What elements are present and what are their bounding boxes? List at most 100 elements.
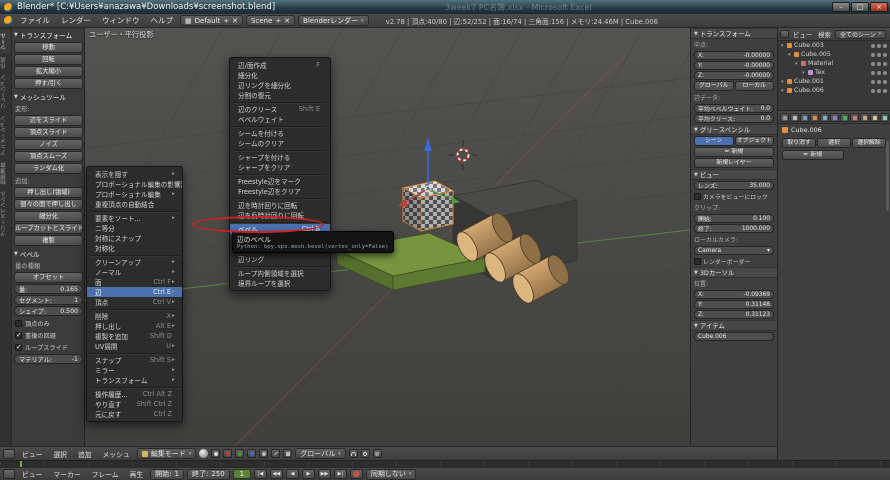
- item-name-field[interactable]: Cube.006: [694, 332, 774, 341]
- gp-action-button[interactable]: 取り消す: [782, 138, 816, 148]
- outliner-row[interactable]: ▾ Tex: [778, 68, 890, 77]
- median-axis-field[interactable]: Z:-0.00000: [694, 71, 774, 80]
- menu-item[interactable]: クリーンアップ: [87, 257, 182, 267]
- menu-item[interactable]: シームを付ける: [230, 128, 330, 138]
- outliner-menu-view[interactable]: ビュー: [791, 30, 814, 39]
- tool-shelf-tab[interactable]: グリースペンシル: [0, 188, 11, 239]
- median-axis-field[interactable]: X:-0.00000: [694, 51, 774, 60]
- menu-item[interactable]: Freestyle辺をクリア: [230, 186, 330, 196]
- menu-item[interactable]: 二等分: [87, 223, 182, 233]
- constraints-tab-icon[interactable]: [820, 113, 829, 122]
- panel-header-mesh-tools[interactable]: ▼メッシュツール: [12, 90, 85, 103]
- menu-item[interactable]: 要素をソート...: [87, 213, 182, 223]
- tool-button[interactable]: 頂点スムーズ: [14, 151, 83, 162]
- gp-action-button[interactable]: 選択解除: [852, 138, 886, 148]
- menu-item[interactable]: 分割の復元: [230, 90, 330, 100]
- outliner-menu-search[interactable]: 検索: [816, 30, 833, 39]
- object-tab-icon[interactable]: [810, 113, 819, 122]
- gp-new-button[interactable]: ✏ 新規: [694, 147, 774, 157]
- timeline-editor-icon[interactable]: [3, 469, 15, 479]
- scrollbar[interactable]: [886, 141, 889, 211]
- playback-button[interactable]: |◀: [254, 469, 267, 479]
- menu-item[interactable]: トランスフォーム: [87, 375, 182, 385]
- bevel-number-field[interactable]: 量:0.165: [14, 284, 83, 294]
- menu-item[interactable]: 表示を隠す: [87, 169, 182, 179]
- minimize-button[interactable]: –: [832, 2, 850, 12]
- add-icon[interactable]: +: [223, 17, 229, 25]
- menu-item[interactable]: 面 Ctrl F: [87, 277, 182, 287]
- world-tab-icon[interactable]: [800, 113, 809, 122]
- menu-item[interactable]: シームのクリア: [230, 138, 330, 148]
- info-menu[interactable]: ファイル: [16, 15, 54, 26]
- manipulator-rotate-icon[interactable]: [235, 449, 244, 458]
- menu-item[interactable]: ミラー: [87, 365, 182, 375]
- timeline-ruler[interactable]: [0, 460, 890, 467]
- render-opengl-icon[interactable]: [373, 449, 382, 458]
- tool-button[interactable]: 拡大縮小: [14, 66, 83, 77]
- tool-shelf-tab[interactable]: 作成: [0, 54, 11, 71]
- timeline-menu[interactable]: マーカー: [49, 469, 84, 479]
- menu-item[interactable]: 対称にスナップ: [87, 233, 182, 243]
- edge-data-field[interactable]: 平均ベベルウェイト:0.0: [694, 104, 774, 113]
- tool-button[interactable]: ループカットとスライド: [14, 223, 83, 234]
- add-icon[interactable]: +: [275, 17, 281, 25]
- menu-item[interactable]: 複製を追加 Shift D: [87, 331, 182, 341]
- menu-item[interactable]: 境界ループを選択: [230, 278, 330, 288]
- viewport-shading-icon[interactable]: [199, 449, 208, 458]
- menu-item[interactable]: 押し出し Alt E: [87, 321, 182, 331]
- local-camera-select[interactable]: Camera▾: [694, 246, 774, 255]
- timeline-menu[interactable]: フレーム: [88, 469, 123, 479]
- menu-item[interactable]: 頂点 Ctrl V: [87, 297, 182, 307]
- menu-item[interactable]: シャープを付ける: [230, 152, 330, 162]
- outliner-row[interactable]: ▾ Cube.001: [778, 77, 890, 86]
- bevel-checkbox[interactable]: ループスライド: [12, 341, 85, 353]
- particles-tab-icon[interactable]: [870, 113, 879, 122]
- scene-select[interactable]: Scene+✕: [246, 15, 295, 26]
- view3d-menu[interactable]: メッシュ: [99, 449, 134, 459]
- playback-button[interactable]: ▶▶: [318, 469, 331, 479]
- space-toggle-button[interactable]: グローバル: [694, 81, 734, 91]
- panel-header-item[interactable]: ▼アイテム: [691, 320, 777, 331]
- modifiers-tab-icon[interactable]: [830, 113, 839, 122]
- tool-shelf-tab[interactable]: リレーション: [0, 72, 11, 112]
- outliner-scope-select[interactable]: 全てのシーン▾: [835, 30, 886, 39]
- frame-end-field[interactable]: 終了:250: [187, 469, 230, 480]
- menu-item[interactable]: Freestyle辺をマーク: [230, 176, 330, 186]
- row-toggle-icons[interactable]: [871, 71, 890, 75]
- render-border-checkbox[interactable]: レンダーボーダー: [691, 256, 777, 267]
- render-tab-icon[interactable]: [780, 113, 789, 122]
- panel-header-transform[interactable]: ▼トランスフォーム: [691, 28, 777, 39]
- menu-item[interactable]: 辺/面作成 F: [230, 60, 330, 70]
- current-frame-field[interactable]: 1: [233, 469, 251, 479]
- bevel-checkbox[interactable]: 重複の回避: [12, 329, 85, 341]
- info-menu[interactable]: ウィンドウ: [98, 15, 144, 26]
- menu-item[interactable]: ベベルウェイト: [230, 114, 330, 124]
- row-toggle-icons[interactable]: [871, 80, 890, 84]
- menu-item[interactable]: スナップ Shift S: [87, 355, 182, 365]
- menu-item[interactable]: 操作履歴... Ctrl Alt Z: [87, 389, 182, 399]
- playback-button[interactable]: ▶: [302, 469, 315, 479]
- lock-camera-checkbox[interactable]: カメラをビューにロック: [691, 191, 777, 202]
- panel-header-grease-pencil[interactable]: ▼グリースペンシル: [691, 124, 777, 135]
- vertex-select-mode-icon[interactable]: [259, 449, 268, 458]
- scene-tab-icon[interactable]: [790, 113, 799, 122]
- menu-item[interactable]: やり直す Shift Ctrl Z: [87, 399, 182, 409]
- menu-item[interactable]: 対称化: [87, 243, 182, 253]
- new-button[interactable]: ✏ 新規: [782, 150, 844, 160]
- tool-button[interactable]: 押し出し(領域): [14, 187, 83, 198]
- timeline-menu[interactable]: 再生: [126, 469, 148, 479]
- face-select-mode-icon[interactable]: [283, 449, 292, 458]
- tool-button[interactable]: 個々の面で押し出し: [14, 199, 83, 210]
- menu-item[interactable]: UV展開 U: [87, 341, 182, 351]
- playback-button[interactable]: ▶|: [334, 469, 347, 479]
- texture-tab-icon[interactable]: [860, 113, 869, 122]
- bevel-checkbox[interactable]: 頂点のみ: [12, 317, 85, 329]
- cursor-axis-field[interactable]: Z:0.31123: [694, 310, 774, 319]
- menu-item[interactable]: 削除 X: [87, 311, 182, 321]
- title-bar[interactable]: Blender* [C:¥Users¥anazawa¥Downloads¥scr…: [0, 0, 890, 14]
- outliner-editor-icon[interactable]: [780, 30, 789, 38]
- close-icon[interactable]: ✕: [284, 17, 290, 25]
- outliner-row[interactable]: ▾ Cube.005: [778, 50, 890, 59]
- gp-action-button[interactable]: 選択: [817, 138, 851, 148]
- snap-magnet-icon[interactable]: [349, 449, 358, 458]
